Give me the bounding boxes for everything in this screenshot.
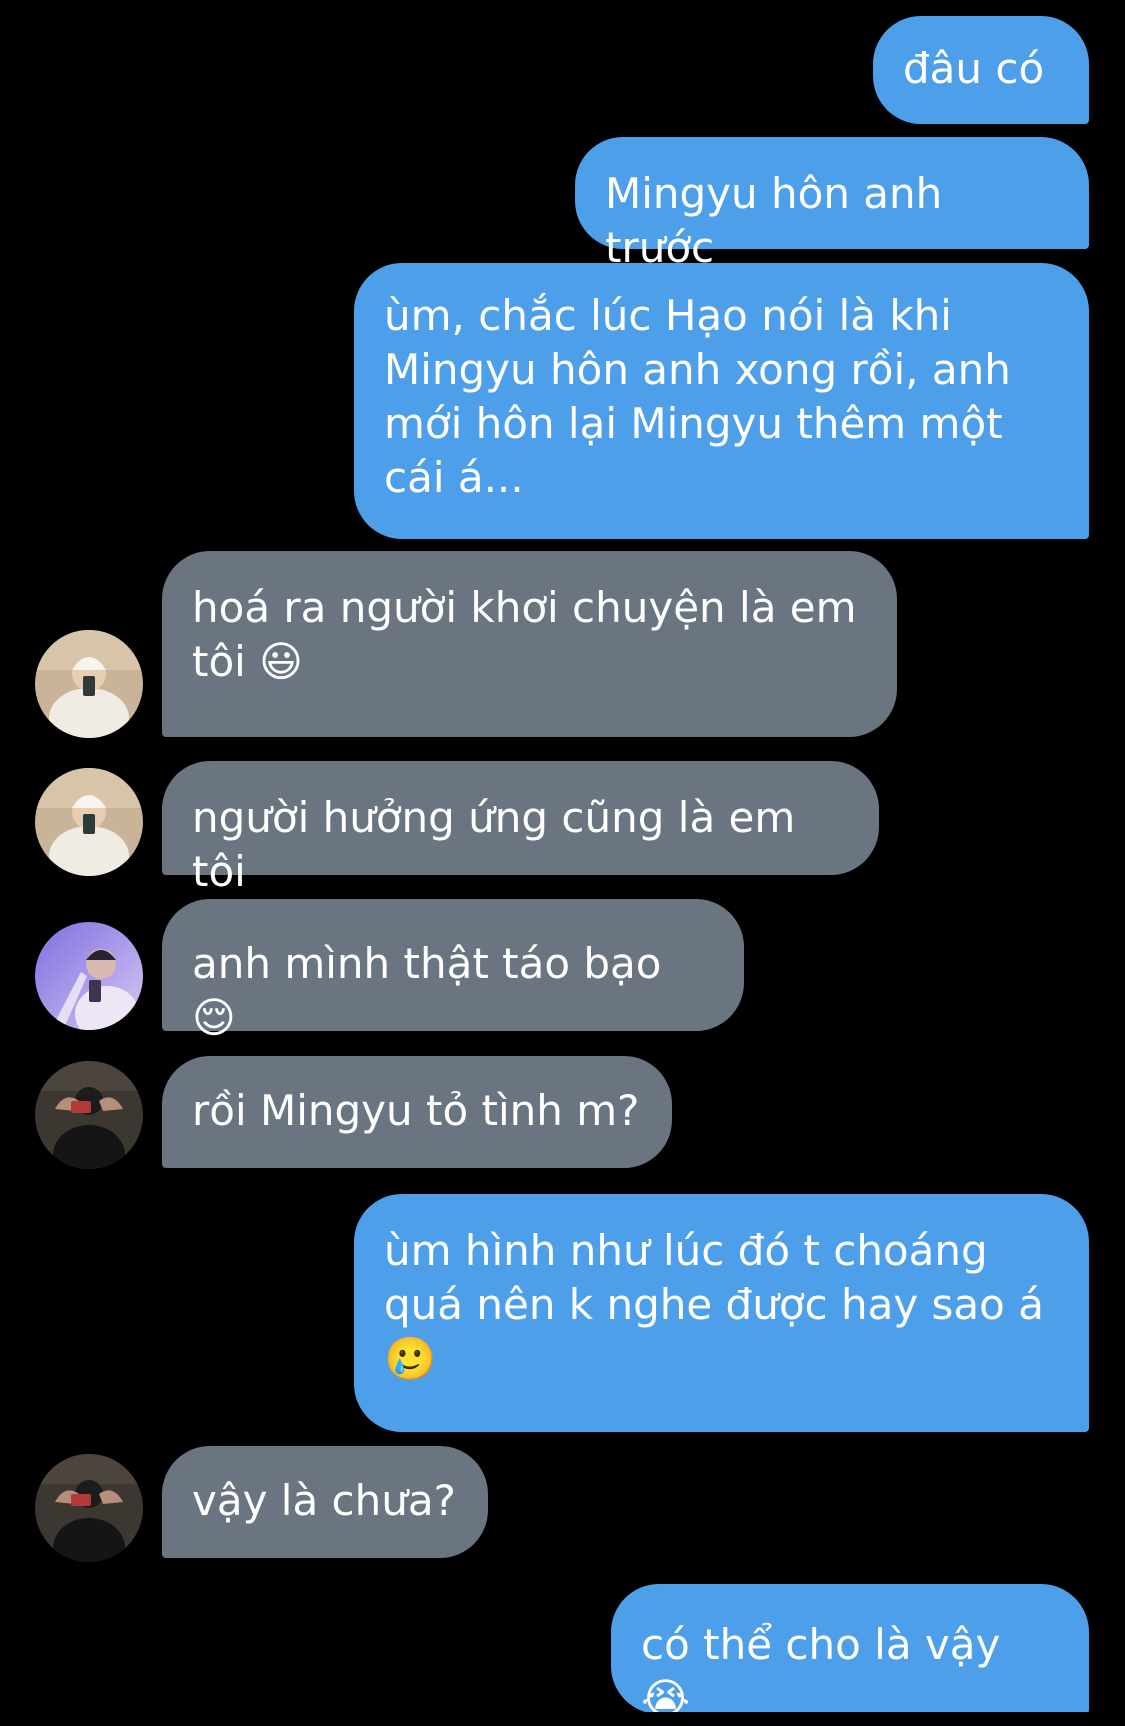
avatar-photo-white-beanie-icon — [35, 630, 143, 738]
avatar-photo-dark-mirror-icon — [35, 1061, 143, 1169]
avatar[interactable] — [35, 768, 143, 876]
bottom-edge — [0, 1712, 1125, 1724]
avatar[interactable] — [35, 1454, 143, 1562]
outgoing-message-bubble[interactable]: ùm hình như lúc đó t choáng quá nên k ng… — [354, 1194, 1089, 1432]
incoming-message-bubble[interactable]: vậy là chưa? — [162, 1446, 488, 1558]
incoming-message-bubble[interactable]: rồi Mingyu tỏ tình m? — [162, 1056, 672, 1168]
avatar[interactable] — [35, 630, 143, 738]
avatar[interactable] — [35, 1061, 143, 1169]
incoming-message-bubble[interactable]: hoá ra người khơi chuyện là em tôi 😃 — [162, 551, 897, 737]
incoming-message-bubble[interactable]: người hưởng ứng cũng là em tôi — [162, 761, 879, 896]
avatar[interactable] — [35, 922, 143, 1030]
avatar-photo-purple-mirror-icon — [35, 922, 143, 1030]
incoming-message-bubble[interactable]: anh mình thật táo bạo 😌 — [162, 899, 744, 1042]
avatar-photo-dark-mirror-icon — [35, 1454, 143, 1562]
outgoing-message-bubble[interactable]: có thể cho là vậy 😭 — [611, 1584, 1089, 1723]
message-thread[interactable]: đâu có Mingyu hôn anh trước ùm, chắc lúc… — [0, 0, 1125, 1724]
outgoing-message-bubble[interactable]: đâu có — [873, 16, 1089, 124]
avatar-photo-white-beanie-icon — [35, 768, 143, 876]
outgoing-message-bubble[interactable]: Mingyu hôn anh trước — [575, 137, 1089, 272]
outgoing-message-bubble[interactable]: ùm, chắc lúc Hạo nói là khi Mingyu hôn a… — [354, 263, 1089, 539]
